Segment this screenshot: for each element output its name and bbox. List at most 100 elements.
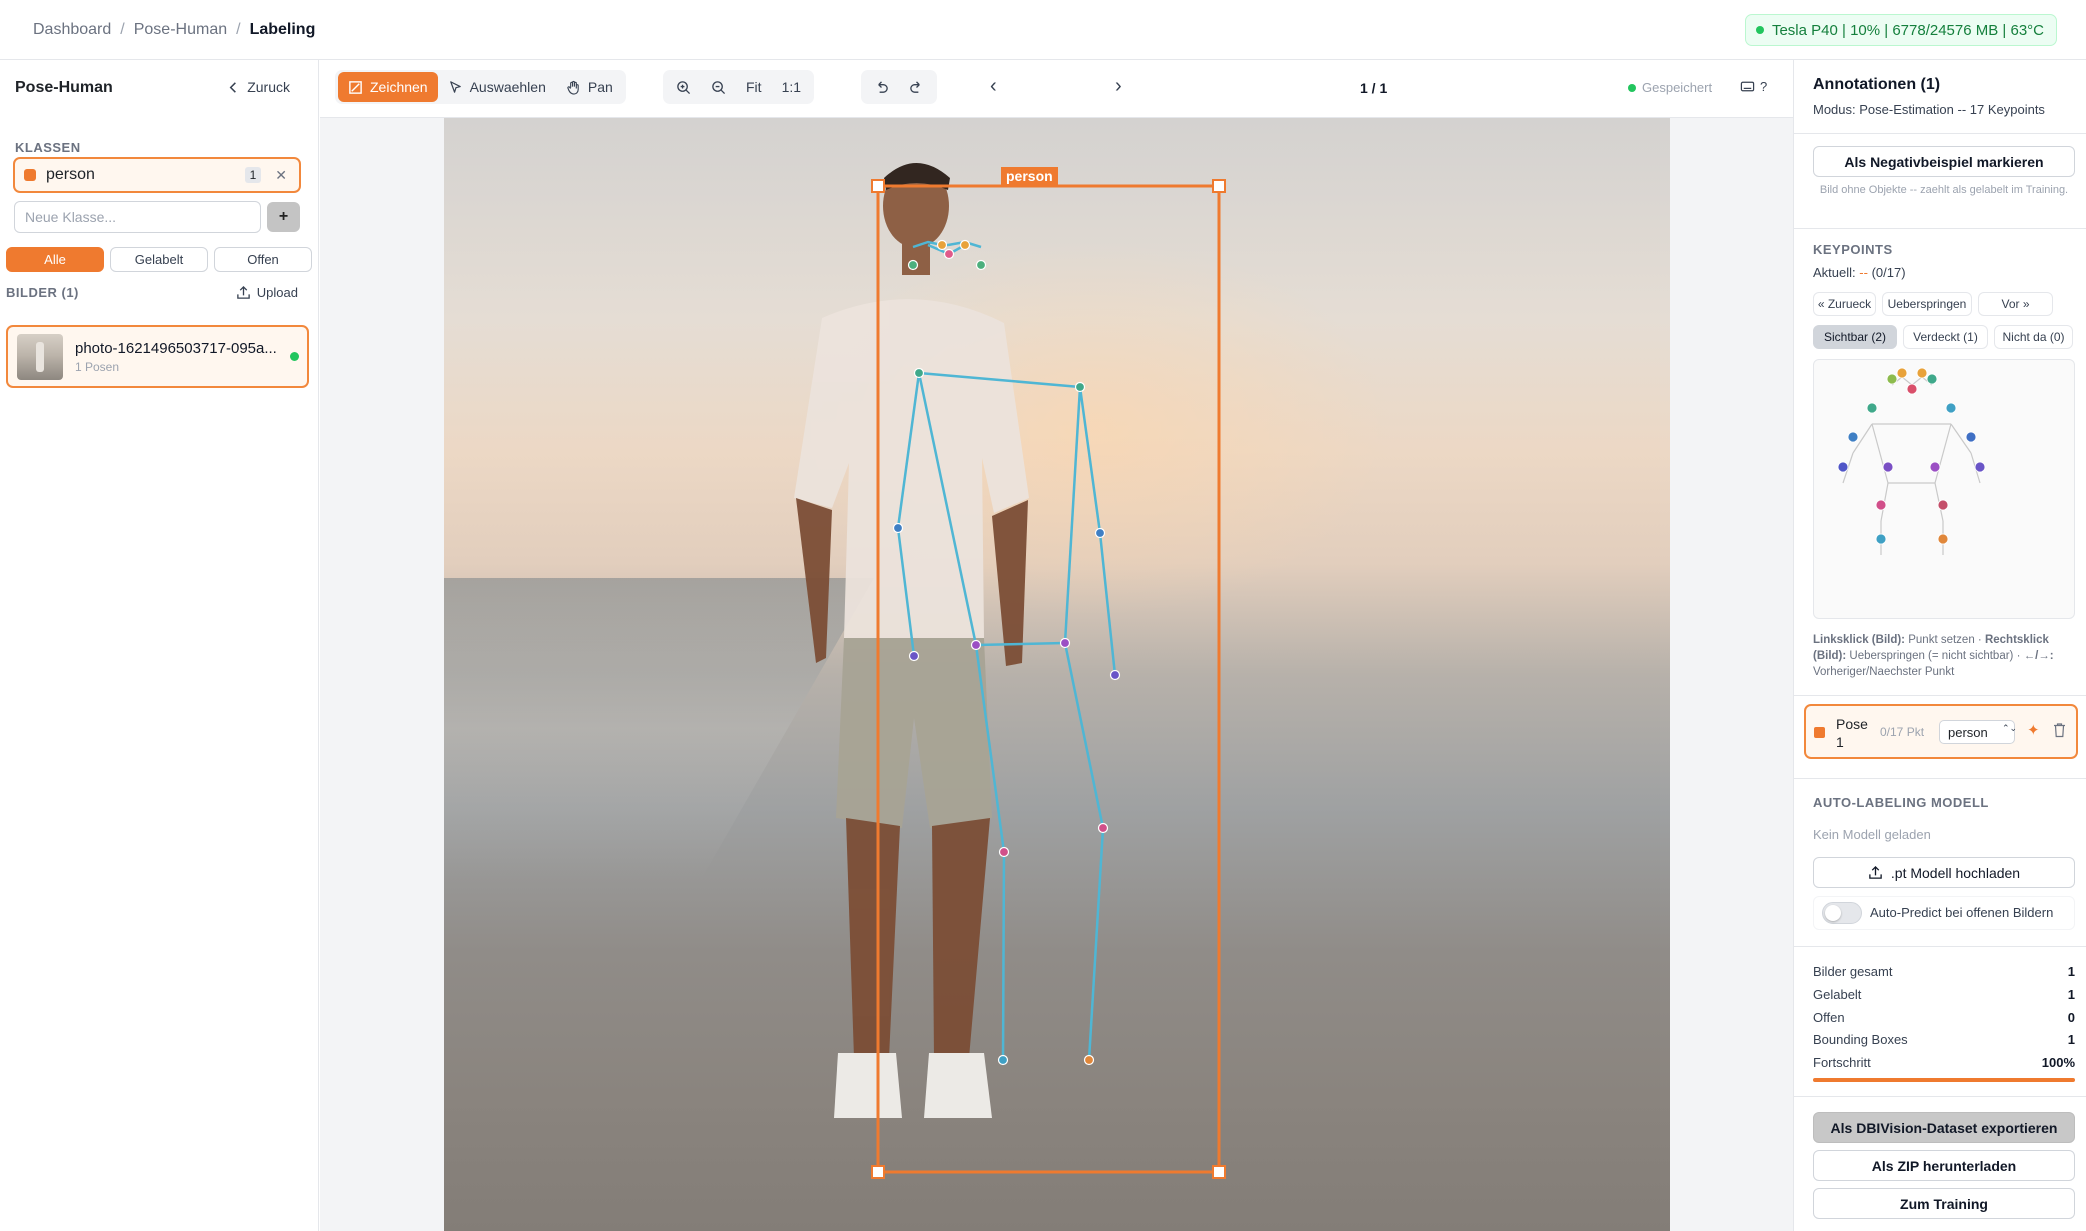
add-class-button[interactable]: + bbox=[267, 202, 300, 232]
image-photo[interactable]: person bbox=[444, 118, 1670, 1231]
labeling-canvas[interactable]: person bbox=[320, 118, 1793, 1231]
keypoint-right-knee[interactable] bbox=[1097, 822, 1109, 834]
cursor-icon bbox=[449, 80, 461, 93]
zoom-in-button[interactable] bbox=[666, 72, 701, 102]
canvas-toolbar: Zeichnen Auswaehlen Pan Fit 1:1 ‹ 1 / 1 … bbox=[320, 60, 1793, 118]
one-to-one-button[interactable]: 1:1 bbox=[772, 72, 811, 102]
keypoint-right-eye[interactable] bbox=[959, 239, 971, 251]
annotation-overlay bbox=[794, 163, 1226, 1179]
bbox-handle-tr[interactable] bbox=[1212, 179, 1226, 193]
divider bbox=[1794, 946, 2086, 947]
current-keypoint: Aktuell: -- (0/17) bbox=[1813, 265, 1906, 280]
class-item-person[interactable]: person 1 ✕ bbox=[13, 157, 301, 193]
status-dot-icon bbox=[1755, 26, 1764, 34]
next-image-chevron-right-icon[interactable]: › bbox=[1115, 75, 1122, 98]
remove-class-close-icon[interactable]: ✕ bbox=[275, 167, 287, 184]
mark-negative-button[interactable]: Als Negativbeispiel markieren bbox=[1813, 146, 2075, 177]
pose-annotation-item[interactable]: Pose 1 0/17 Pkt person ✦ bbox=[1804, 704, 2078, 759]
keypoint-prev-button[interactable]: « Zurueck bbox=[1813, 292, 1876, 316]
visible-toggle[interactable]: Sichtbar (2) bbox=[1813, 325, 1897, 349]
keypoint-right-elbow[interactable] bbox=[1094, 527, 1106, 539]
pose-class-select[interactable]: person bbox=[1939, 720, 2015, 744]
auto-predict-toggle[interactable] bbox=[1822, 902, 1862, 924]
keypoint-nose[interactable] bbox=[943, 248, 955, 260]
stat-labeled: Gelabelt 1 bbox=[1813, 987, 2075, 1002]
filter-labeled[interactable]: Gelabelt bbox=[110, 247, 208, 272]
annotations-panel: Annotationen (1) Modus: Pose-Estimation … bbox=[1793, 60, 2086, 1231]
class-name: person bbox=[46, 166, 95, 183]
not-present-toggle[interactable]: Nicht da (0) bbox=[1994, 325, 2073, 349]
keypoint-skip-button[interactable]: Ueberspringen bbox=[1882, 292, 1972, 316]
new-class-input[interactable] bbox=[14, 201, 261, 233]
filter-open[interactable]: Offen bbox=[214, 247, 312, 272]
upload-icon bbox=[1869, 865, 1882, 879]
keypoint-left-ankle[interactable] bbox=[997, 1054, 1009, 1066]
keypoint-left-eye[interactable] bbox=[936, 239, 948, 251]
fit-button[interactable]: Fit bbox=[736, 72, 772, 102]
filter-all[interactable]: Alle bbox=[6, 247, 104, 272]
class-count-badge: 1 bbox=[244, 167, 262, 183]
draw-tool-button[interactable]: Zeichnen bbox=[338, 72, 438, 102]
gpu-status-badge: Tesla P40 | 10% | 6778/24576 MB | 63°C bbox=[1744, 14, 2057, 46]
prev-image-chevron-left-icon[interactable]: ‹ bbox=[990, 75, 997, 98]
image-pose-count: 1 Posen bbox=[75, 359, 120, 374]
keypoints-heading: KEYPOINTS bbox=[1813, 242, 1893, 257]
pan-tool-label: Pan bbox=[587, 79, 613, 95]
image-list-item[interactable]: photo-1621496503717-095a... 1 Posen bbox=[6, 325, 309, 388]
bbox-handle-br[interactable] bbox=[1212, 1165, 1226, 1179]
redo-button[interactable] bbox=[899, 72, 934, 102]
undo-button[interactable] bbox=[864, 72, 899, 102]
divider bbox=[1794, 695, 2086, 696]
skeleton-diagram[interactable] bbox=[1813, 359, 2075, 619]
pan-tool-button[interactable]: Pan bbox=[556, 72, 623, 102]
help-keys: ←/→: bbox=[2023, 650, 2054, 662]
keypoint-left-elbow[interactable] bbox=[892, 522, 904, 534]
stat-value: 100% bbox=[2041, 1055, 2075, 1070]
keypoint-next-button[interactable]: Vor » bbox=[1978, 292, 2053, 316]
keypoint-left-wrist[interactable] bbox=[908, 650, 920, 662]
stat-label: Fortschritt bbox=[1813, 1055, 1871, 1070]
divider bbox=[1794, 778, 2086, 779]
stat-value: 1 bbox=[2067, 1032, 2075, 1047]
bbox-handle-tl[interactable] bbox=[871, 179, 885, 193]
go-to-training-button[interactable]: Zum Training bbox=[1813, 1188, 2075, 1219]
trash-icon[interactable] bbox=[2053, 722, 2066, 738]
back-label: Zuruck bbox=[247, 79, 290, 95]
help-keys-text: Vorheriger/Naechster Punkt bbox=[1813, 666, 1955, 678]
breadcrumb-project[interactable]: Pose-Human bbox=[134, 21, 227, 39]
bbox-handle-bl[interactable] bbox=[871, 1165, 885, 1179]
keypoint-right-shoulder[interactable] bbox=[1074, 381, 1086, 393]
keypoint-left-knee[interactable] bbox=[998, 846, 1010, 858]
keypoint-help-text: Linksklick (Bild): Punkt setzen · Rechts… bbox=[1813, 632, 2075, 680]
stat-label: Bounding Boxes bbox=[1813, 1032, 1908, 1047]
zoom-out-button[interactable] bbox=[701, 72, 736, 102]
keypoint-right-hip[interactable] bbox=[1059, 637, 1071, 649]
upload-icon bbox=[237, 285, 250, 299]
keypoint-left-hip[interactable] bbox=[970, 639, 982, 651]
sidebar: Pose-Human Zuruck KLASSEN person 1 ✕ + A… bbox=[0, 60, 319, 1231]
occluded-toggle[interactable]: Verdeckt (1) bbox=[1903, 325, 1988, 349]
select-tool-button[interactable]: Auswaehlen bbox=[438, 72, 556, 102]
export-dbivision-button[interactable]: Als DBIVision-Dataset exportieren bbox=[1813, 1112, 2075, 1143]
stat-value: 0 bbox=[2067, 1010, 2075, 1025]
breadcrumb-separator: / bbox=[120, 20, 125, 38]
upload-button[interactable]: Upload bbox=[236, 285, 298, 300]
keypoint-right-wrist[interactable] bbox=[1109, 669, 1121, 681]
keypoint-left-shoulder[interactable] bbox=[913, 367, 925, 379]
back-button[interactable]: Zuruck bbox=[226, 79, 290, 95]
shortcuts-help-button[interactable]: ? bbox=[1740, 79, 1767, 94]
keypoint-left-ear[interactable] bbox=[907, 259, 919, 271]
stat-total: Bilder gesamt 1 bbox=[1813, 964, 2075, 979]
breadcrumb-dashboard[interactable]: Dashboard bbox=[33, 21, 111, 39]
hand-icon bbox=[567, 80, 579, 95]
zoom-in-icon bbox=[677, 80, 691, 94]
saved-dot-icon bbox=[1628, 83, 1636, 92]
keypoint-right-ear[interactable] bbox=[975, 259, 987, 271]
auto-predict-label: Auto-Predict bei offenen Bildern bbox=[1870, 905, 2054, 920]
download-zip-button[interactable]: Als ZIP herunterladen bbox=[1813, 1150, 2075, 1181]
keypoint-right-ankle[interactable] bbox=[1083, 1054, 1095, 1066]
help-right-click-text: Ueberspringen (= nicht sichtbar) · bbox=[1849, 650, 2021, 662]
pose-point-count: 0/17 Pkt bbox=[1880, 725, 1925, 739]
upload-model-button[interactable]: .pt Modell hochladen bbox=[1813, 857, 2075, 888]
sparkle-auto-icon[interactable]: ✦ bbox=[2027, 721, 2040, 739]
